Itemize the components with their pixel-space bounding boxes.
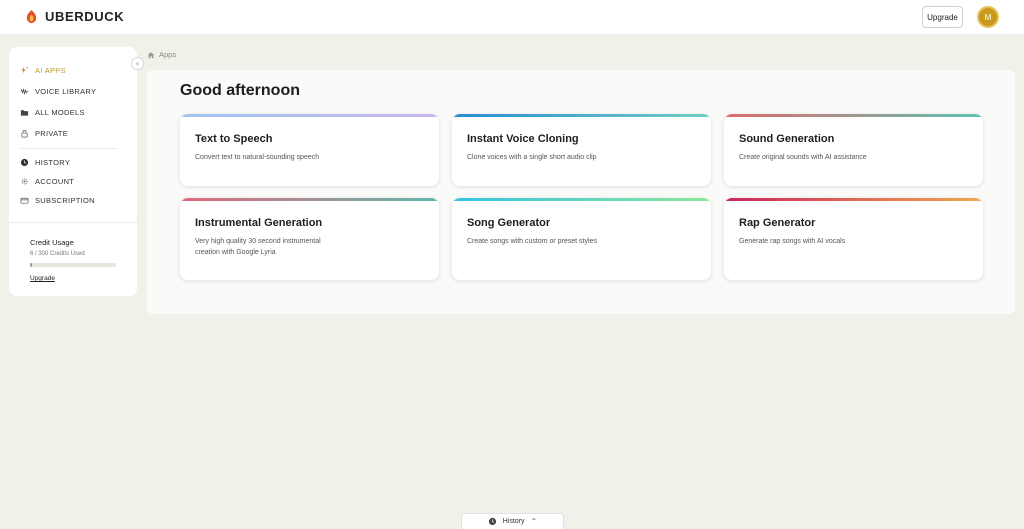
sparkle-icon — [20, 66, 29, 74]
sidebar-collapse-button[interactable]: ‹ — [131, 57, 144, 70]
card-accent-bar — [180, 114, 439, 117]
card-title: Song Generator — [467, 217, 551, 229]
sidebar-item-label: SUBSCRIPTION — [35, 196, 95, 205]
nav-divider — [20, 148, 118, 149]
card-title: Instrumental Generation — [195, 217, 323, 229]
upgrade-button[interactable]: Upgrade — [922, 6, 963, 28]
top-header: UBERDUCK Upgrade M — [0, 0, 1024, 35]
sidebar-item-label: ACCOUNT — [35, 177, 75, 186]
credit-usage-title: Credit Usage — [30, 238, 74, 247]
card-description: Convert text to natural-sounding speech — [195, 154, 320, 161]
history-tab-label: History — [502, 518, 525, 525]
card-title: Text to Speech — [195, 133, 273, 145]
home-icon[interactable] — [147, 51, 155, 59]
card-accent-bar — [452, 114, 711, 117]
card-title: Rap Generator — [739, 217, 816, 229]
waveform-icon — [20, 88, 29, 95]
card-title: Sound Generation — [739, 133, 835, 145]
sidebar-item-label: HISTORY — [35, 158, 71, 167]
breadcrumb-item-apps[interactable]: Apps — [159, 50, 176, 59]
card-accent-bar — [180, 198, 439, 201]
brand-name: UBERDUCK — [45, 9, 125, 24]
card-accent-bar — [452, 198, 711, 201]
gear-icon — [21, 178, 28, 185]
lock-icon — [21, 130, 28, 138]
chevron-up-icon: ⌃ — [530, 517, 538, 526]
duck-logo-icon — [26, 9, 37, 24]
sidebar-item-private[interactable]: PRIVATE — [20, 124, 96, 143]
sidebar-item-label: AI APPS — [35, 66, 66, 75]
credit-usage: Credit Usage 6 / 300 Credits Used Upgrad… — [30, 238, 116, 285]
breadcrumb: Apps — [147, 50, 176, 59]
clock-icon — [488, 517, 496, 526]
credit-progress-bar — [30, 263, 116, 267]
app-card-rap-generator[interactable]: Rap Generator Generate rap songs with AI… — [724, 198, 983, 280]
sidebar-item-subscription[interactable]: SUBSCRIPTION — [20, 191, 95, 210]
sidebar-item-label: ALL MODELS — [35, 108, 85, 117]
app-card-song-generator[interactable]: Song Generator Create songs with custom … — [452, 198, 711, 280]
sidebar-nav-secondary: HISTORY ACCOUNT SUBSCRIPTION — [20, 153, 95, 210]
history-drawer-toggle[interactable]: History ⌃ — [461, 513, 564, 529]
app-card-text-to-speech[interactable]: Text to Speech Convert text to natural-s… — [180, 114, 439, 186]
app-card-sound-generation[interactable]: Sound Generation Create original sounds … — [724, 114, 983, 186]
card-title: Instant Voice Cloning — [467, 133, 579, 145]
credit-upgrade-link[interactable]: Upgrade — [30, 275, 55, 282]
sidebar-separator — [9, 222, 137, 223]
app-card-instant-voice-cloning[interactable]: Instant Voice Cloning Clone voices with … — [452, 114, 711, 186]
card-description: Very high quality 30 second instrumental… — [195, 238, 321, 256]
sidebar-nav-primary: AI APPS VOICE LIBRARY ALL MODELS PRIVATE — [20, 61, 96, 143]
credit-usage-count: 6 / 300 Credits Used — [30, 251, 85, 257]
card-description: Create original sounds with AI assistanc… — [739, 154, 867, 161]
app-card-instrumental-generation[interactable]: Instrumental Generation Very high qualit… — [180, 198, 439, 280]
avatar[interactable]: M — [977, 6, 999, 28]
page-title: Good afternoon — [180, 82, 300, 99]
sidebar-item-label: VOICE LIBRARY — [35, 87, 97, 96]
brand-logo[interactable]: UBERDUCK — [24, 9, 124, 24]
sidebar-item-voice-library[interactable]: VOICE LIBRARY — [20, 82, 96, 101]
sidebar-item-account[interactable]: ACCOUNT — [20, 172, 95, 191]
sidebar-item-all-models[interactable]: ALL MODELS — [20, 103, 96, 122]
credit-progress-fill — [30, 263, 32, 267]
card-accent-bar — [724, 198, 983, 201]
sidebar-item-history[interactable]: HISTORY — [20, 153, 95, 172]
folder-icon — [20, 110, 29, 116]
sidebar-item-ai-apps[interactable]: AI APPS — [20, 61, 96, 80]
card-icon — [20, 197, 29, 204]
card-description: Clone voices with a single short audio c… — [467, 154, 597, 161]
card-accent-bar — [724, 114, 983, 117]
sidebar-item-label: PRIVATE — [35, 129, 69, 138]
card-description: Generate rap songs with AI vocals — [739, 238, 846, 245]
card-description: Create songs with custom or preset style… — [467, 238, 597, 245]
clock-icon — [20, 158, 29, 167]
chevron-left-icon: ‹ — [136, 59, 139, 68]
